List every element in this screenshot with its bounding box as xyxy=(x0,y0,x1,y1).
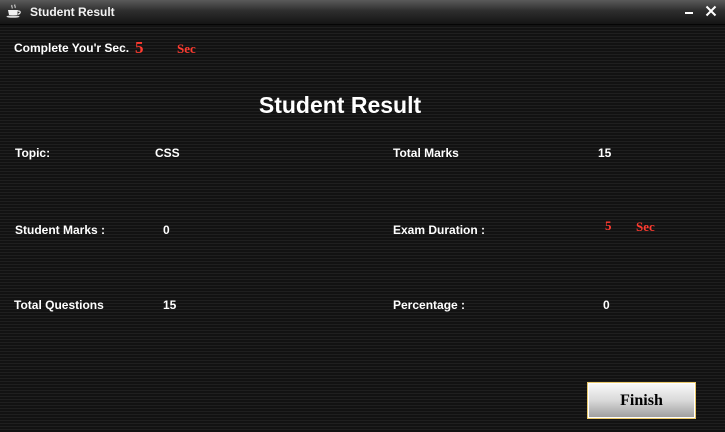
total-marks-label: Total Marks xyxy=(393,146,459,160)
percentage-label: Percentage : xyxy=(393,298,466,312)
student-marks-value: 0 xyxy=(163,223,170,237)
page-title: Student Result xyxy=(258,92,422,118)
timer-label: Complete You'r Sec. xyxy=(14,41,130,55)
window-title: Student Result xyxy=(30,5,115,19)
exam-duration-value: 5 xyxy=(605,218,612,233)
title-bar[interactable]: Student Result xyxy=(0,0,725,25)
topic-label: Topic: xyxy=(15,146,51,160)
percentage-value: 0 xyxy=(603,298,610,312)
exam-duration-unit: Sec xyxy=(636,219,655,234)
student-marks-label: Student Marks : xyxy=(15,223,106,237)
minimize-icon[interactable] xyxy=(681,3,697,19)
total-questions-value: 15 xyxy=(163,298,177,312)
exam-duration-label: Exam Duration : xyxy=(393,223,486,237)
total-questions-label: Total Questions xyxy=(14,298,104,312)
finish-button[interactable]: Finish xyxy=(587,382,696,419)
close-icon[interactable] xyxy=(703,3,719,19)
topic-value: CSS xyxy=(155,146,180,160)
coffee-cup-icon xyxy=(6,4,21,18)
student-result-window: Student Result Complete You'r Sec. 5 Sec… xyxy=(0,0,725,432)
total-marks-value: 15 xyxy=(598,146,612,160)
timer-unit: Sec xyxy=(177,41,196,56)
timer-value: 5 xyxy=(135,38,144,57)
